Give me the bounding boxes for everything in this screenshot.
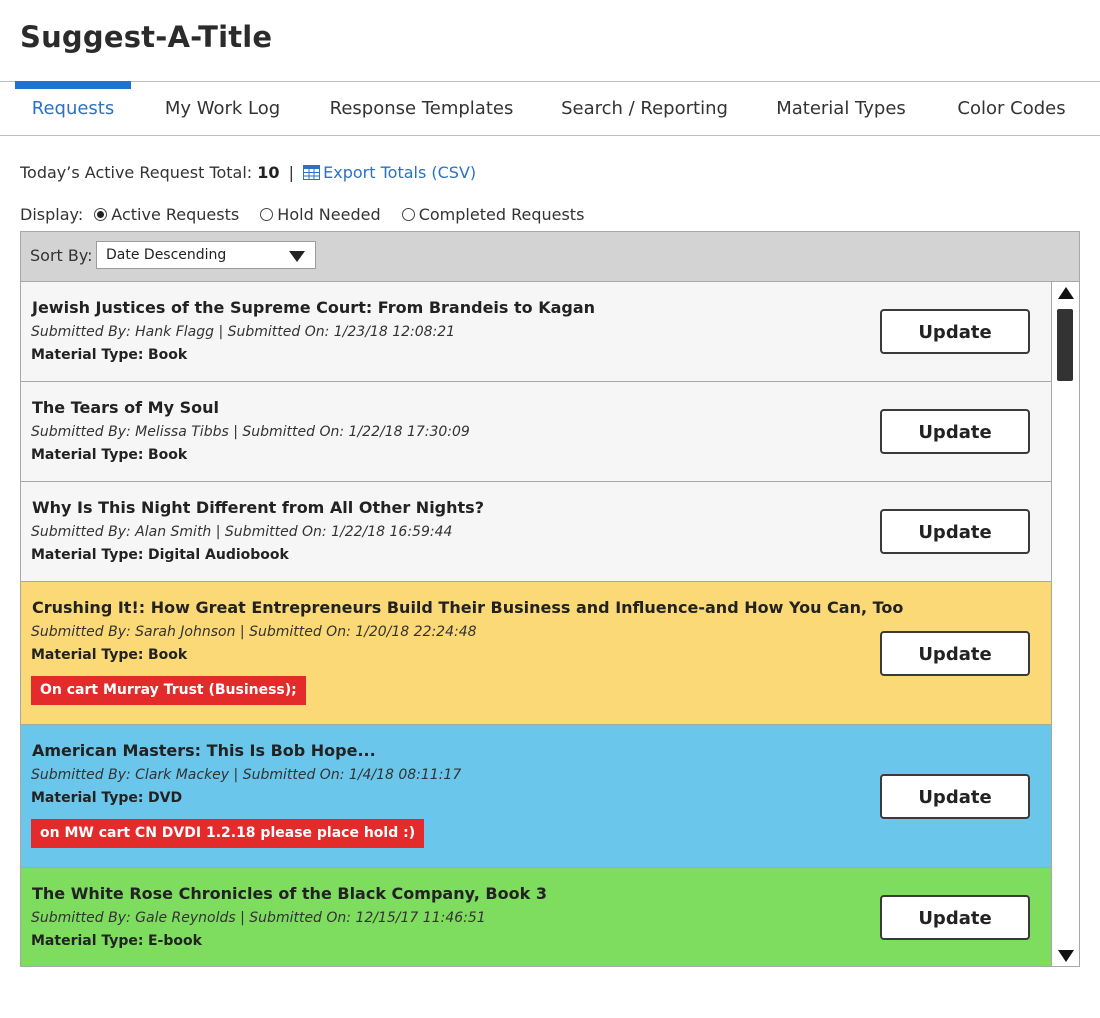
spreadsheet-grid-icon [303,165,321,180]
request-note-badge: On cart Murray Trust (Business); [31,676,306,705]
update-button[interactable]: Update [880,631,1030,676]
request-material-type: Material Type: Book [31,347,187,363]
material-type-value: Digital Audiobook [147,547,289,563]
request-row: The Tears of My Soul Submitted By: Melis… [21,382,1051,482]
material-type-label: Material Type: [31,447,144,463]
request-submitted-info: Submitted By: Melissa Tibbs | Submitted … [31,424,470,440]
request-material-type: Material Type: E-book [31,933,202,949]
export-totals-label: Export Totals (CSV) [323,163,477,182]
update-button[interactable]: Update [880,409,1030,454]
update-button[interactable]: Update [880,774,1030,819]
scrollbar-thumb[interactable] [1057,309,1073,381]
tab-response-templates[interactable]: Response Templates [315,82,528,136]
material-type-value: Book [147,447,188,463]
display-label: Display: [20,205,84,224]
request-list-panel: Sort By: Date Descending Jewish Justices… [20,231,1080,967]
request-row: Jewish Justices of the Supreme Court: Fr… [21,282,1051,382]
material-type-value: Book [147,347,188,363]
request-submitted-info: Submitted By: Clark Mackey | Submitted O… [31,767,462,783]
request-rows: Jewish Justices of the Supreme Court: Fr… [21,282,1051,966]
radio-unchecked-icon [260,208,274,221]
tab-search-reporting[interactable]: Search / Reporting [548,82,741,136]
sort-label: Sort By: [30,246,93,265]
radio-hold-needed[interactable]: Hold Needed [260,205,381,224]
main-tabs: Requests My Work Log Response Templates … [0,81,1100,136]
radio-label: Completed Requests [418,205,585,224]
radio-checked-icon [94,208,108,221]
tab-my-work-log[interactable]: My Work Log [150,82,295,136]
scroll-up-arrow-icon[interactable] [1058,287,1074,299]
display-filter: Display: Active Requests Hold Needed Com… [20,205,584,224]
request-row: Why Is This Night Different from All Oth… [21,482,1051,582]
export-totals-link[interactable]: Export Totals (CSV) [303,163,476,182]
tab-material-types[interactable]: Material Types [762,82,920,136]
material-type-label: Material Type: [31,347,144,363]
request-row: Crushing It!: How Great Entrepreneurs Bu… [21,582,1051,725]
active-request-count: 10 [257,163,280,182]
material-type-label: Material Type: [31,547,144,563]
update-button[interactable]: Update [880,895,1030,940]
request-material-type: Material Type: Digital Audiobook [31,547,289,563]
request-title: Jewish Justices of the Supreme Court: Fr… [32,298,596,317]
request-title: American Masters: This Is Bob Hope... [32,741,376,760]
tab-requests[interactable]: Requests [15,81,131,136]
material-type-value: DVD [147,790,183,806]
request-submitted-info: Submitted By: Sarah Johnson | Submitted … [31,624,477,640]
material-type-value: E-book [147,933,202,949]
material-type-label: Material Type: [31,647,144,663]
radio-active-requests[interactable]: Active Requests [94,205,239,224]
request-title: Crushing It!: How Great Entrepreneurs Bu… [32,598,904,617]
request-submitted-info: Submitted By: Alan Smith | Submitted On:… [31,524,453,540]
request-note-badge: on MW cart CN DVDI 1.2.18 please place h… [31,819,425,848]
update-button[interactable]: Update [880,509,1030,554]
app-title: Suggest-A-Title [20,20,273,54]
update-button[interactable]: Update [880,309,1030,354]
material-type-value: Book [147,647,188,663]
request-material-type: Material Type: Book [31,647,187,663]
tab-color-codes[interactable]: Color Codes [941,82,1082,136]
active-request-totals: Today’s Active Request Total: 10 | Expor… [20,163,476,182]
material-type-label: Material Type: [31,790,144,806]
list-scrollbar[interactable] [1051,282,1079,966]
radio-unchecked-icon [401,208,415,221]
scroll-down-arrow-icon[interactable] [1058,950,1074,962]
request-material-type: Material Type: Book [31,447,187,463]
request-submitted-info: Submitted By: Gale Reynolds | Submitted … [31,910,486,926]
request-material-type: Material Type: DVD [31,790,182,806]
totals-label: Today’s Active Request Total: [20,163,253,182]
request-title: The White Rose Chronicles of the Black C… [32,884,547,903]
totals-separator: | [288,163,295,182]
request-title: Why Is This Night Different from All Oth… [32,498,484,517]
radio-completed-requests[interactable]: Completed Requests [401,205,585,224]
request-row: American Masters: This Is Bob Hope... Su… [21,725,1051,868]
caret-down-icon [289,251,305,262]
material-type-label: Material Type: [31,933,144,949]
sort-select[interactable]: Date Descending [96,241,316,269]
radio-label: Hold Needed [277,205,381,224]
request-row: The White Rose Chronicles of the Black C… [21,868,1051,966]
radio-label: Active Requests [111,205,240,224]
request-submitted-info: Submitted By: Hank Flagg | Submitted On:… [31,324,456,340]
request-title: The Tears of My Soul [32,398,219,417]
sort-selected-value: Date Descending [106,247,227,263]
sort-bar: Sort By: Date Descending [21,232,1079,282]
